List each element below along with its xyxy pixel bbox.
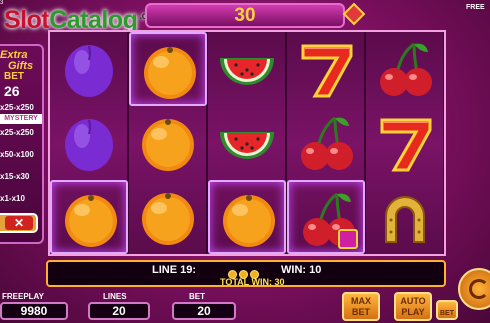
win-amount-text: WIN: 10 [281, 264, 322, 276]
auto-play-label2: PLAY [401, 307, 425, 317]
panel-close-button[interactable]: ✕ [0, 213, 38, 233]
symbol-plum-icon [50, 32, 128, 106]
max-bet-label2: BET [352, 307, 370, 317]
panel-row-4: x15-x30 [0, 172, 30, 181]
spin-arrow-icon [469, 279, 489, 299]
panel-row-mystery: MYSTERY [0, 114, 42, 124]
extra-gifts-title: Extra Gifts [0, 50, 40, 72]
bet-value[interactable]: 20 [172, 302, 236, 320]
watermark-slot: Slot [4, 6, 50, 34]
corner-right-label: FREE [466, 4, 485, 11]
panel-row-2: x25-x250 [0, 128, 34, 137]
reel-area [48, 30, 446, 256]
line-win-text: LINE 19: [152, 264, 197, 276]
bet-label: BET [189, 292, 205, 301]
reel-2 [129, 32, 207, 254]
total-win-text: TOTAL WIN: 30 [220, 277, 285, 287]
panel-row-3: x50-x100 [0, 150, 34, 159]
reel-4 [287, 32, 365, 254]
lines-value[interactable]: 20 [88, 302, 150, 320]
panel-row-1: x25-x250 [0, 103, 34, 112]
panel-row-5: x1-x10 [0, 194, 25, 203]
symbol-watermelon-icon [208, 32, 286, 106]
diamond-icon [342, 2, 366, 26]
bet-button[interactable]: BET [436, 300, 458, 320]
panel-bet-value: 26 [4, 83, 20, 99]
symbol-horseshoe-icon [366, 180, 444, 254]
panel-bet-label: BET [4, 71, 24, 82]
close-icon: ✕ [5, 216, 33, 230]
symbol-cherry-icon [287, 106, 365, 180]
symbol-plum-icon [50, 106, 128, 180]
symbol-orange-icon [129, 32, 207, 106]
win-info-bar: LINE 19: WIN: 10 TOTAL WIN: 30 [46, 260, 446, 287]
auto-play-button[interactable]: AUTO PLAY [394, 292, 432, 321]
max-bet-label: MAX [351, 296, 371, 306]
symbol-cherry-icon [366, 32, 444, 106]
bet-button-label: BET [440, 310, 454, 317]
freeplay-label: FREEPLAY [2, 292, 44, 301]
reel-3 [208, 32, 286, 254]
symbol-orange-icon [129, 106, 207, 180]
symbol-seven-icon [366, 106, 444, 180]
top-counter: 30 [145, 3, 345, 28]
symbol-orange-icon [129, 180, 207, 254]
max-bet-button[interactable]: MAX BET [342, 292, 380, 321]
auto-play-label: AUTO [400, 296, 426, 306]
lines-label: LINES [103, 292, 127, 301]
symbol-orange-icon [208, 180, 286, 254]
symbol-seven-icon [287, 32, 365, 106]
reel-1 [50, 32, 128, 254]
symbol-watermelon-icon [208, 106, 286, 180]
freeplay-balance: 9980 [0, 302, 68, 320]
reel-5 [366, 32, 444, 254]
gift-icon [338, 229, 358, 249]
corner-left-label: 3 [0, 0, 4, 6]
spin-button[interactable] [458, 268, 490, 310]
symbol-orange-icon [50, 180, 128, 254]
